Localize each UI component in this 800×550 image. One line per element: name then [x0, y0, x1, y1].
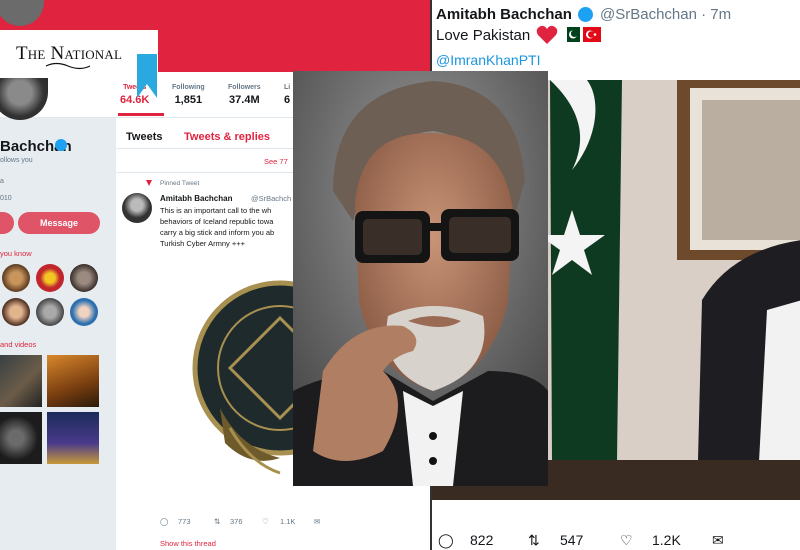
portrait-photo: [293, 71, 548, 486]
reply-icon[interactable]: ◯: [438, 532, 454, 549]
media-thumbnail[interactable]: [0, 355, 42, 407]
heart-icon: [536, 25, 558, 44]
retweet-count: 547: [560, 532, 584, 548]
pinned-label: Pinned Tweet: [160, 180, 200, 187]
tweet-text-line: This is an important call to the wh: [160, 206, 272, 215]
known-follower-avatar[interactable]: [70, 298, 98, 326]
reply-count: 822: [470, 532, 494, 548]
media-thumbnail[interactable]: [47, 412, 99, 464]
profile-meta: a: [0, 178, 4, 185]
logo-badge-icon: [137, 54, 157, 98]
stat-likes[interactable]: Li 6: [284, 84, 290, 106]
retweet-icon[interactable]: ⇅: [528, 532, 540, 549]
follow-button[interactable]: [0, 212, 14, 234]
stat-value: 6: [284, 94, 291, 106]
pakistan-flag-icon: [562, 27, 580, 42]
profile-joined: 010: [0, 195, 12, 202]
show-thread-link[interactable]: Show this thread: [160, 539, 216, 548]
tweet-author-handle[interactable]: @SrBachch: [251, 194, 291, 203]
stat-label: Following: [172, 84, 205, 91]
message-icon[interactable]: ✉: [712, 532, 724, 549]
tweet-text-line: behaviors of Iceland republic towa: [160, 217, 274, 226]
stat-following[interactable]: Following 1,851: [172, 84, 205, 106]
the-national-logo: The National: [0, 30, 158, 98]
like-icon[interactable]: ♡: [620, 532, 633, 549]
like-icon[interactable]: ♡: [262, 517, 269, 526]
turkey-flag-icon: [583, 27, 601, 42]
follows-you-label: ollows you: [0, 157, 33, 164]
stat-followers[interactable]: Followers 37.4M: [228, 84, 261, 106]
tweet-text-line: carry a big stick and inform you ab: [160, 228, 275, 237]
message-icon[interactable]: ✉: [314, 517, 320, 526]
tweet-actions: ◯ 822 ⇅ 547 ♡ 1.2K ✉: [432, 524, 800, 550]
known-follower-avatar[interactable]: [2, 264, 30, 292]
like-count: 1.1K: [280, 517, 296, 526]
collage: Tweets 64.6K Following 1,851 Followers 3…: [0, 0, 800, 550]
reply-icon[interactable]: ◯: [160, 517, 168, 526]
media-thumbnail[interactable]: [0, 412, 42, 464]
tab-tweets[interactable]: Tweets: [126, 131, 162, 143]
verified-icon: [55, 139, 67, 151]
tweet-avatar[interactable]: [122, 193, 152, 223]
tweet-image-emblem[interactable]: [160, 258, 300, 508]
tweet-handle-time[interactable]: @SrBachchan · 7m: [600, 6, 731, 23]
stat-value: 1,851: [174, 94, 203, 106]
message-button[interactable]: Message: [18, 212, 100, 234]
mention-link[interactable]: @ImranKhanPTI: [436, 52, 540, 68]
known-follower-avatar[interactable]: [36, 264, 64, 292]
media-thumbnail[interactable]: [47, 355, 99, 407]
photos-videos-heading: and videos: [0, 340, 37, 349]
verified-icon: [578, 7, 593, 22]
stat-label: Li: [284, 84, 291, 91]
tweet-text: Love Pakistan: [436, 27, 531, 44]
known-follower-avatar[interactable]: [70, 264, 98, 292]
tweet-author-name[interactable]: Amitabh Bachchan: [160, 194, 232, 203]
tweet-text-line: Turkish Cyber Armny +++: [160, 239, 245, 248]
stat-label: Followers: [228, 84, 261, 91]
tab-tweets-and-replies[interactable]: Tweets & replies: [184, 131, 270, 143]
stat-value: 37.4M: [229, 94, 260, 106]
known-follower-avatar[interactable]: [2, 298, 30, 326]
retweet-count: 376: [230, 517, 243, 526]
like-count: 1.2K: [652, 532, 681, 548]
active-tab-indicator: [118, 113, 164, 116]
known-follower-avatar[interactable]: [36, 298, 64, 326]
you-know-heading: you know: [0, 249, 32, 258]
see-new-tweets-link[interactable]: See 77: [264, 157, 288, 166]
tweet-author-name[interactable]: Amitabh Bachchan: [436, 6, 572, 23]
emblem-graphic: [192, 280, 300, 475]
reply-count: 773: [178, 517, 191, 526]
portrait-graphic: [293, 71, 548, 486]
logo-flourish-icon: [45, 62, 91, 70]
retweet-icon[interactable]: ⇅: [214, 517, 220, 526]
